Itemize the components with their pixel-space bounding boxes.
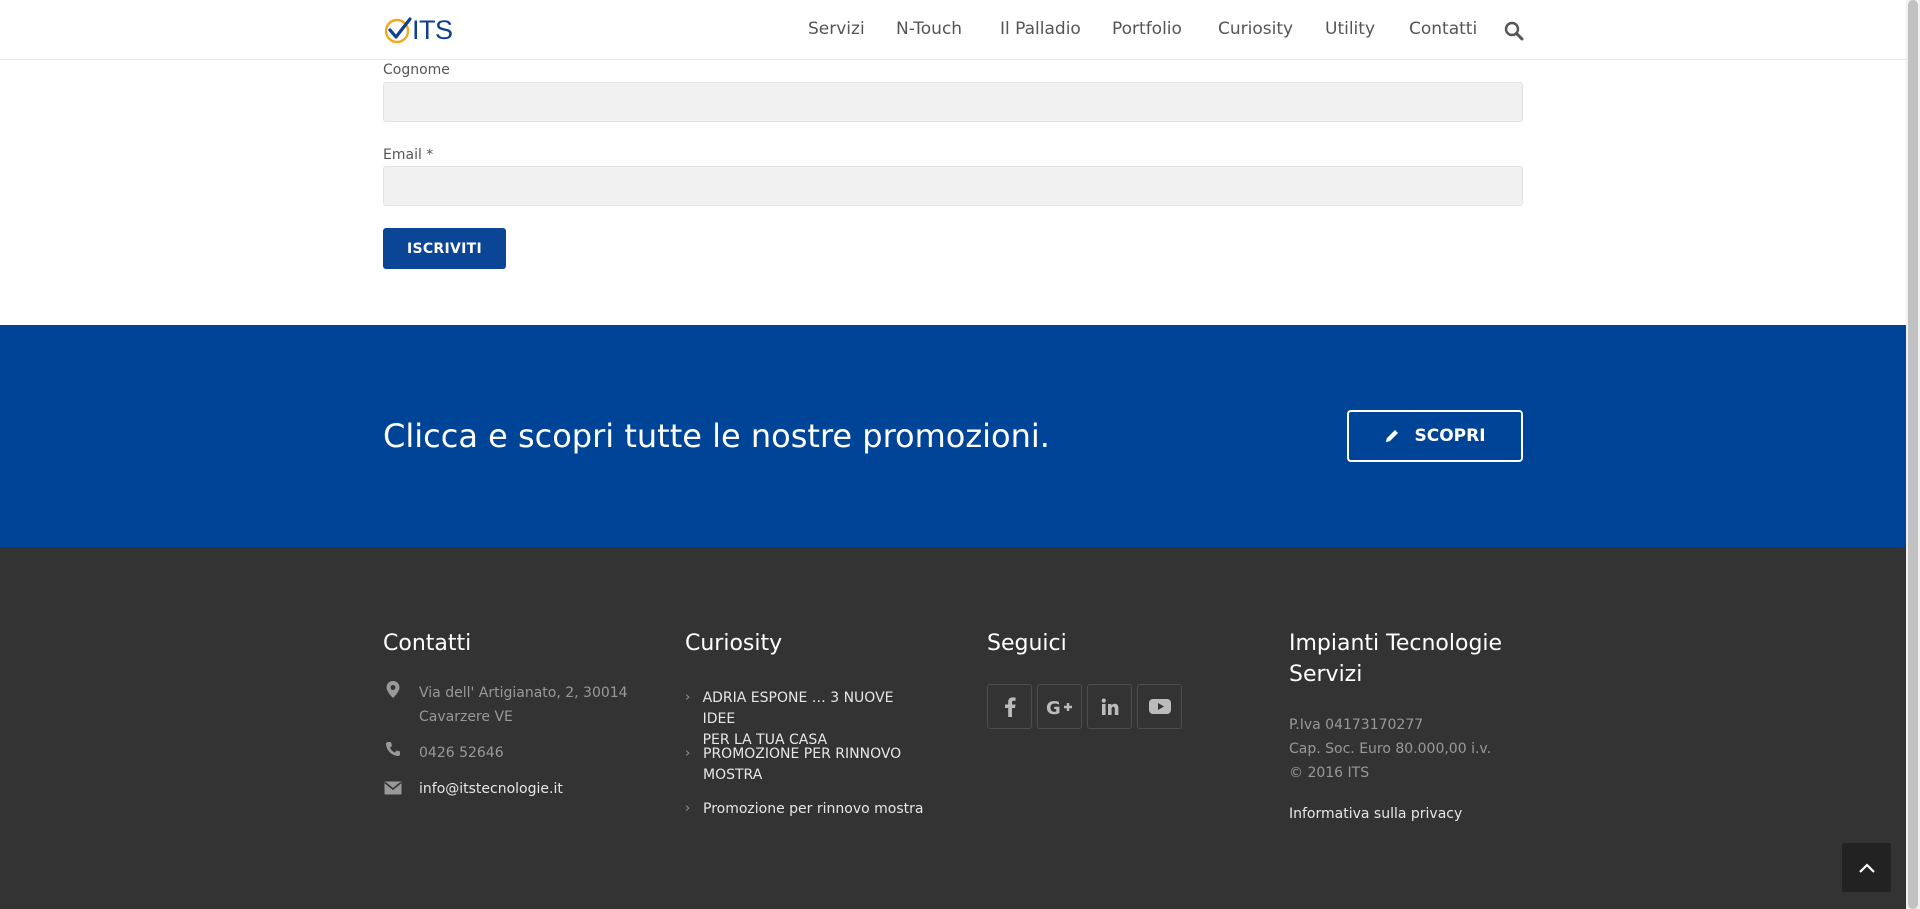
privacy-link[interactable]: Informativa sulla privacy — [1289, 806, 1462, 822]
curiosity-item-line: PROMOZIONE PER RINNOVO — [703, 746, 902, 762]
footer-contatti-title: Contatti — [383, 631, 472, 656]
phone-row: 0426 52646 — [383, 741, 504, 765]
map-marker-icon — [383, 681, 403, 701]
back-to-top-button[interactable] — [1842, 843, 1891, 892]
search-icon[interactable] — [1504, 21, 1524, 41]
nav-servizi[interactable]: Servizi — [808, 19, 865, 39]
google-plus-icon: G — [1046, 698, 1072, 716]
company-piva: P.Iva 04173170277 — [1289, 717, 1424, 733]
chevron-up-icon — [1858, 862, 1875, 873]
chevron-right-icon: › — [685, 690, 691, 705]
curiosity-item-line: MOSTRA — [703, 767, 763, 783]
envelope-icon — [383, 777, 403, 797]
nav-utility[interactable]: Utility — [1325, 19, 1375, 39]
site-header: ITS Servizi N-Touch Il Palladio Portfoli… — [0, 0, 1906, 60]
curiosity-item[interactable]: › PROMOZIONE PER RINNOVO MOSTRA — [685, 744, 925, 786]
facebook-button[interactable] — [987, 684, 1032, 729]
address-line-1: Via dell' Artigianato, 2, 30014 — [419, 685, 628, 701]
nav-il-palladio[interactable]: Il Palladio — [1000, 19, 1081, 39]
curiosity-item[interactable]: › ADRIA ESPONE … 3 NUOVE IDEE PER LA TUA… — [685, 688, 925, 751]
facebook-icon — [1004, 696, 1016, 717]
nav-n-touch[interactable]: N-Touch — [896, 19, 962, 39]
footer-seguici-title: Seguici — [987, 631, 1067, 656]
google-plus-button[interactable]: G — [1037, 684, 1082, 729]
youtube-icon — [1148, 699, 1171, 714]
youtube-button[interactable] — [1137, 684, 1182, 729]
company-title-line-1: Impianti Tecnologie — [1289, 631, 1503, 656]
scrollbar-thumb[interactable] — [1908, 0, 1918, 909]
email-field[interactable] — [383, 166, 1523, 206]
logo-check-icon — [384, 17, 412, 44]
footer-curiosity-title: Curiosity — [685, 631, 783, 656]
address-line-2: Cavarzere VE — [419, 709, 513, 725]
promo-text: Clicca e scopri tutte le nostre promozio… — [383, 417, 1050, 455]
linkedin-button[interactable] — [1087, 684, 1132, 729]
curiosity-item-line: Promozione per rinnovo mostra — [703, 801, 924, 817]
page-scrollbar[interactable] — [1906, 0, 1920, 909]
curiosity-item[interactable]: › Promozione per rinnovo mostra — [685, 799, 925, 820]
promo-banner: Clicca e scopri tutte le nostre promozio… — [0, 325, 1906, 547]
email-row: info@itstecnologie.it — [383, 777, 563, 801]
svg-text:G: G — [1046, 698, 1061, 716]
email-link[interactable]: info@itstecnologie.it — [419, 777, 563, 801]
linkedin-icon — [1101, 698, 1118, 715]
curiosity-item-line: ADRIA ESPONE … 3 NUOVE IDEE — [702, 690, 894, 727]
pencil-icon — [1386, 430, 1399, 442]
nav-contatti[interactable]: Contatti — [1409, 19, 1477, 39]
footer-company-title: Impianti Tecnologie Servizi — [1289, 628, 1502, 690]
email-label: Email * — [383, 147, 434, 163]
company-title-line-2: Servizi — [1289, 662, 1363, 687]
address-row: Via dell' Artigianato, 2, 30014 Cavarzer… — [383, 681, 628, 729]
phone-icon — [383, 741, 403, 761]
phone-number[interactable]: 0426 52646 — [419, 741, 504, 765]
logo-text: ITS — [412, 14, 453, 45]
cognome-label: Cognome — [383, 62, 450, 78]
cognome-field[interactable] — [383, 82, 1523, 122]
scopri-label: SCOPRI — [1414, 426, 1486, 446]
company-copyright: © 2016 ITS — [1289, 765, 1370, 781]
nav-portfolio[interactable]: Portfolio — [1112, 19, 1182, 39]
nav-curiosity[interactable]: Curiosity — [1218, 19, 1293, 39]
site-footer: Contatti Via dell' Artigianato, 2, 30014… — [0, 547, 1906, 909]
scopri-button[interactable]: SCOPRI — [1347, 410, 1523, 462]
chevron-right-icon: › — [685, 801, 691, 816]
chevron-right-icon: › — [685, 746, 691, 761]
site-logo[interactable]: ITS — [383, 14, 453, 46]
iscriviti-button[interactable]: ISCRIVITI — [383, 228, 506, 269]
company-capitale: Cap. Soc. Euro 80.000,00 i.v. — [1289, 741, 1492, 757]
